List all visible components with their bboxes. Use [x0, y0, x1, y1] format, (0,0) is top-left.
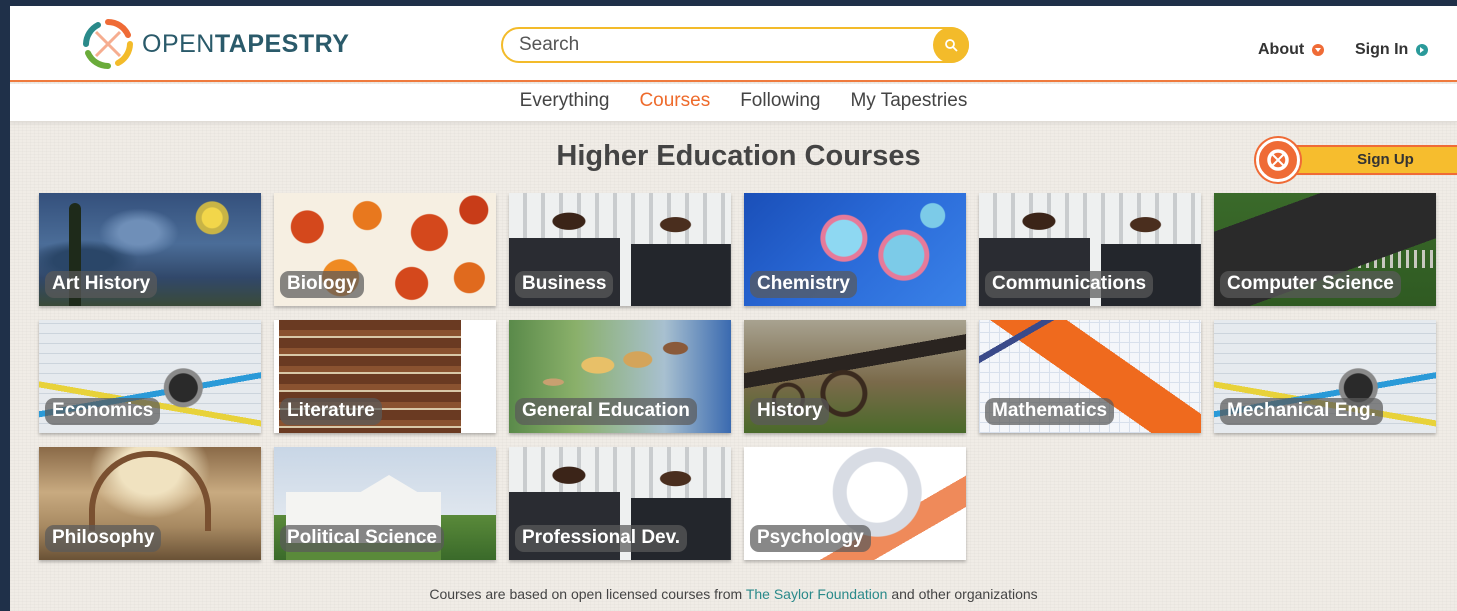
footer-text-before: Courses are based on open licensed cours… [429, 586, 746, 602]
course-label: Political Science [280, 525, 444, 552]
course-tile-business[interactable]: Business [509, 193, 731, 306]
course-label: Chemistry [750, 271, 857, 298]
search-box [501, 27, 969, 63]
search-icon [945, 39, 958, 52]
sign-in-label: Sign In [1355, 41, 1409, 58]
course-tile-art-history[interactable]: Art History [39, 193, 261, 306]
search-button[interactable] [933, 27, 969, 63]
opentapestry-logo-icon [83, 19, 133, 69]
nav-everything[interactable]: Everything [520, 84, 610, 121]
arrow-right-icon [1416, 44, 1429, 56]
sign-up-button[interactable]: Sign Up [1256, 138, 1457, 182]
logo-ring-icon [1256, 138, 1300, 182]
course-label: Professional Dev. [515, 525, 688, 552]
footer-note: Courses are based on open licensed cours… [10, 586, 1457, 602]
browser-viewport: OPENTAPESTRY About Sign In Everyt [10, 6, 1457, 611]
about-label: About [1258, 41, 1305, 58]
course-nav: Everything Courses Following My Tapestri… [10, 84, 1457, 122]
course-label: Psychology [750, 525, 871, 552]
site-header: OPENTAPESTRY About Sign In [10, 6, 1457, 82]
course-tile-economics[interactable]: Economics [39, 320, 261, 433]
chevron-down-icon [1312, 44, 1325, 56]
course-label: Literature [280, 398, 382, 425]
course-tile-political-science[interactable]: Political Science [274, 447, 496, 560]
course-label: General Education [515, 398, 697, 425]
nav-following[interactable]: Following [740, 84, 820, 121]
course-tile-communications[interactable]: Communications [979, 193, 1201, 306]
course-tile-history[interactable]: History [744, 320, 966, 433]
page-title: Higher Education Courses [556, 140, 921, 172]
course-label: Biology [280, 271, 364, 298]
course-tile-computer-science[interactable]: Computer Science [1214, 193, 1436, 306]
course-label: Mechanical Eng. [1220, 398, 1383, 425]
course-tile-philosophy[interactable]: Philosophy [39, 447, 261, 560]
footer-text-after: and other organizations [887, 586, 1038, 602]
course-tile-psychology[interactable]: Psychology [744, 447, 966, 560]
course-tile-mathematics[interactable]: Mathematics [979, 320, 1201, 433]
logo-wordmark: OPENTAPESTRY [142, 29, 350, 58]
nav-my-tapestries[interactable]: My Tapestries [850, 84, 967, 121]
course-label: Communications [985, 271, 1154, 298]
course-label: Art History [45, 271, 158, 298]
course-tile-professional-dev[interactable]: Professional Dev. [509, 447, 731, 560]
course-tile-mechanical-eng[interactable]: Mechanical Eng. [1214, 320, 1436, 433]
sign-in-link[interactable]: Sign In [1355, 41, 1429, 59]
course-tile-biology[interactable]: Biology [274, 193, 496, 306]
about-link[interactable]: About [1258, 41, 1325, 59]
course-tile-general-education[interactable]: General Education [509, 320, 731, 433]
course-label: Economics [45, 398, 161, 425]
course-label: Business [515, 271, 614, 298]
saylor-foundation-link[interactable]: The Saylor Foundation [746, 586, 888, 602]
course-tile-chemistry[interactable]: Chemistry [744, 193, 966, 306]
course-label: Computer Science [1220, 271, 1401, 298]
site-logo[interactable]: OPENTAPESTRY [82, 18, 349, 70]
course-tile-literature[interactable]: Literature [274, 320, 496, 433]
sign-up-label: Sign Up [1296, 145, 1457, 175]
course-label: Mathematics [985, 398, 1115, 425]
nav-courses[interactable]: Courses [639, 84, 710, 121]
course-label: Philosophy [45, 525, 162, 552]
course-label: History [750, 398, 830, 425]
search-input[interactable] [519, 34, 919, 56]
